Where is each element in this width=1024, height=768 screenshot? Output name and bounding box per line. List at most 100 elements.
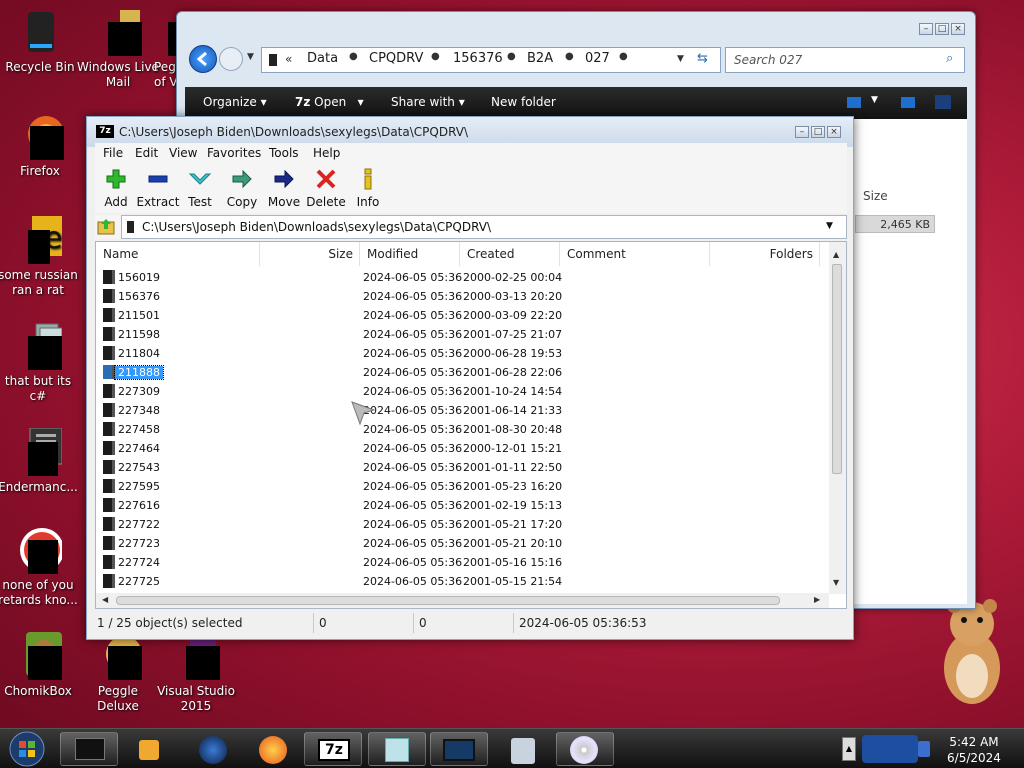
desktop-icon-peggle-deluxe[interactable]: Peggle Deluxe bbox=[76, 632, 160, 714]
organize-button[interactable]: Organize ▾ bbox=[203, 95, 267, 109]
desktop-icon-none-of-you[interactable]: none of you retards kno... bbox=[0, 526, 80, 608]
taskbar-item-notes[interactable] bbox=[368, 732, 426, 766]
desktop-icon-endermanch[interactable]: Endermanc... bbox=[0, 427, 80, 495]
forward-button[interactable] bbox=[219, 47, 243, 71]
desktop-icon-windows-live-mail[interactable]: Windows Live Mail bbox=[76, 8, 160, 90]
share-with-button[interactable]: Share with ▾ bbox=[391, 95, 465, 109]
breadcrumb-027[interactable]: 027 bbox=[585, 51, 610, 66]
taskbar-item-7zip[interactable]: 7z bbox=[304, 732, 362, 766]
file-list[interactable]: Name Size Modified Created Comment Folde… bbox=[95, 241, 847, 609]
table-row[interactable]: 227616 2024-06-05 05:36 2001-02-19 15:13 bbox=[96, 496, 831, 515]
breadcrumb-156376[interactable]: 156376 bbox=[453, 51, 503, 66]
breadcrumb-separator[interactable]: ● bbox=[349, 51, 358, 62]
column-header-created[interactable]: Created bbox=[460, 242, 560, 266]
tray-show-hidden-icon[interactable]: ▲ bbox=[842, 737, 856, 761]
breadcrumb-separator[interactable]: ● bbox=[507, 51, 516, 62]
new-folder-button[interactable]: New folder bbox=[491, 95, 556, 109]
search-input[interactable]: Search 027 bbox=[734, 53, 802, 67]
desktop-icon-russian-rat[interactable]: e some russian ran a rat bbox=[0, 216, 80, 298]
table-row[interactable]: 227724 2024-06-05 05:36 2001-05-16 15:16 bbox=[96, 553, 831, 572]
address-dropdown-icon[interactable]: ▼ bbox=[677, 54, 684, 64]
table-row[interactable]: 227722 2024-06-05 05:36 2001-05-21 17:20 bbox=[96, 515, 831, 534]
table-row[interactable]: 227309 2024-06-05 05:36 2001-10-24 14:54 bbox=[96, 382, 831, 401]
start-button[interactable] bbox=[6, 729, 48, 768]
refresh-icon[interactable]: ⇆ bbox=[697, 51, 708, 66]
breadcrumb-overflow-icon[interactable]: « bbox=[285, 52, 292, 66]
tray-app-icon[interactable] bbox=[862, 735, 918, 763]
test-button[interactable]: Test bbox=[177, 167, 223, 209]
menu-tools[interactable]: Tools bbox=[269, 146, 299, 160]
desktop-icon-recycle-bin[interactable]: Recycle Bin bbox=[0, 8, 82, 75]
desktop-icon-visual-studio-2015[interactable]: Visual Studio 2015 bbox=[154, 632, 238, 714]
menu-file[interactable]: File bbox=[103, 146, 123, 160]
tray-network-icon[interactable] bbox=[918, 741, 930, 757]
table-row[interactable]: 211888 2024-06-05 05:36 2001-06-28 22:06 bbox=[96, 363, 831, 382]
breadcrumb-data[interactable]: Data bbox=[307, 51, 338, 66]
column-header-modified[interactable]: Modified bbox=[360, 242, 460, 266]
desktop-icon-firefox[interactable]: Firefox bbox=[0, 112, 82, 179]
delete-button[interactable]: Delete bbox=[303, 167, 349, 209]
scroll-right-icon[interactable]: ▶ bbox=[814, 595, 820, 604]
taskbar-item-media-player[interactable] bbox=[120, 732, 178, 766]
breadcrumb-separator[interactable]: ● bbox=[565, 51, 574, 62]
search-box[interactable]: Search 027 ⌕ bbox=[725, 47, 965, 73]
recent-pages-chevron-icon[interactable]: ▼ bbox=[247, 52, 254, 62]
table-row[interactable]: 211804 2024-06-05 05:36 2000-06-28 19:53 bbox=[96, 344, 831, 363]
breadcrumb-separator[interactable]: ● bbox=[619, 51, 628, 62]
view-options-icon[interactable] bbox=[847, 97, 861, 108]
minimize-button[interactable]: – bbox=[919, 23, 933, 35]
breadcrumb-cpqdrv[interactable]: CPQDRV bbox=[369, 51, 423, 66]
maximize-button[interactable]: □ bbox=[935, 23, 949, 35]
table-row[interactable]: 211501 2024-06-05 05:36 2000-03-09 22:20 bbox=[96, 306, 831, 325]
add-button[interactable]: Add bbox=[93, 167, 139, 209]
sevenzip-window[interactable]: 7z C:\Users\Joseph Biden\Downloads\sexyl… bbox=[86, 116, 854, 640]
size-column-header[interactable]: Size bbox=[863, 189, 888, 203]
open-button[interactable]: 7z Open ▾ bbox=[295, 95, 364, 109]
taskbar-item-explorer[interactable] bbox=[60, 732, 118, 766]
menu-help[interactable]: Help bbox=[313, 146, 340, 160]
extract-button[interactable]: Extract bbox=[135, 167, 181, 209]
taskbar-item-disc[interactable] bbox=[556, 732, 614, 766]
path-dropdown-icon[interactable]: ▼ bbox=[826, 221, 833, 231]
menu-edit[interactable]: Edit bbox=[135, 146, 158, 160]
table-row[interactable]: 227458 2024-06-05 05:36 2001-08-30 20:48 bbox=[96, 420, 831, 439]
table-row[interactable]: 227595 2024-06-05 05:36 2001-05-23 16:20 bbox=[96, 477, 831, 496]
preview-pane-icon[interactable] bbox=[901, 97, 915, 108]
column-header-name[interactable]: Name bbox=[96, 242, 260, 266]
taskbar-item-firefox[interactable] bbox=[244, 732, 302, 766]
help-icon[interactable] bbox=[935, 95, 951, 109]
scroll-down-icon[interactable]: ▼ bbox=[833, 578, 839, 587]
table-row[interactable]: 156019 2024-06-05 05:36 2000-02-25 00:04 bbox=[96, 268, 831, 287]
move-button[interactable]: Move bbox=[261, 167, 307, 209]
taskbar-item-tools[interactable] bbox=[494, 732, 552, 766]
column-header-comment[interactable]: Comment bbox=[560, 242, 710, 266]
view-dropdown-icon[interactable]: ▼ bbox=[871, 95, 878, 105]
close-button[interactable]: × bbox=[951, 23, 965, 35]
maximize-button[interactable]: □ bbox=[811, 126, 825, 138]
breadcrumb-b2a[interactable]: B2A bbox=[527, 51, 553, 66]
horizontal-scrollbar[interactable]: ◀ ▶ bbox=[96, 593, 829, 608]
back-button[interactable] bbox=[189, 45, 217, 73]
info-button[interactable]: Info bbox=[345, 167, 391, 209]
taskbar-item-globe[interactable] bbox=[184, 732, 242, 766]
horizontal-scroll-thumb[interactable] bbox=[116, 596, 780, 605]
minimize-button[interactable]: – bbox=[795, 126, 809, 138]
desktop-icon-that-but-its-csharp[interactable]: that but its c# bbox=[0, 322, 80, 404]
column-header-folders[interactable]: Folders bbox=[710, 242, 820, 266]
table-row[interactable]: 156376 2024-06-05 05:36 2000-03-13 20:20 bbox=[96, 287, 831, 306]
menu-favorites[interactable]: Favorites bbox=[207, 146, 261, 160]
column-header-size[interactable]: Size bbox=[260, 242, 360, 266]
breadcrumb-separator[interactable]: ● bbox=[431, 51, 440, 62]
clock[interactable]: 5:42 AM 6/5/2024 bbox=[936, 734, 1012, 766]
menu-view[interactable]: View bbox=[169, 146, 197, 160]
parent-folder-button[interactable] bbox=[95, 215, 121, 239]
desktop-icon-chomikbox[interactable]: ChomikBox bbox=[0, 632, 80, 699]
table-row[interactable]: 227348 2024-06-05 05:36 2001-06-14 21:33 bbox=[96, 401, 831, 420]
table-row[interactable]: 227464 2024-06-05 05:36 2000-12-01 15:21 bbox=[96, 439, 831, 458]
table-row[interactable]: 227725 2024-06-05 05:36 2001-05-15 21:54 bbox=[96, 572, 831, 591]
path-input[interactable]: C:\Users\Joseph Biden\Downloads\sexylegs… bbox=[142, 220, 491, 234]
scroll-up-icon[interactable]: ▲ bbox=[833, 250, 839, 259]
copy-button[interactable]: Copy bbox=[219, 167, 265, 209]
vertical-scrollbar[interactable]: ▲ ▼ bbox=[829, 242, 846, 594]
path-combobox[interactable]: C:\Users\Joseph Biden\Downloads\sexylegs… bbox=[121, 215, 847, 239]
